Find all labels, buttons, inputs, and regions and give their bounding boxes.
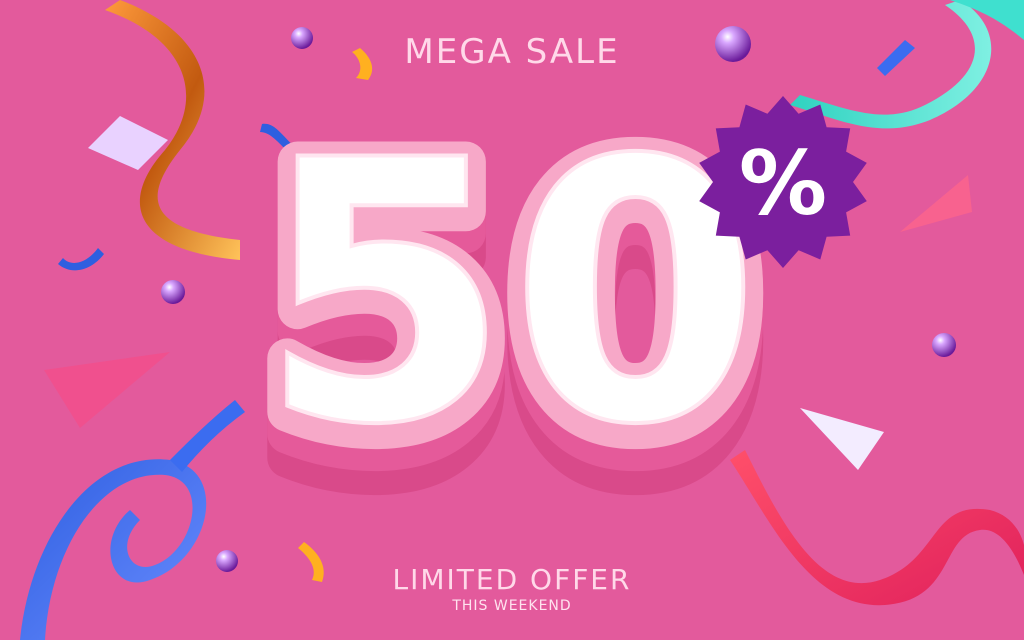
paper-shape: [44, 352, 170, 428]
bead: [932, 333, 956, 357]
bead: [161, 280, 185, 304]
paper-shape: [800, 408, 884, 470]
offer-title: LIMITED OFFER: [392, 563, 632, 596]
numeral-face: 50: [260, 98, 761, 503]
sale-banner: 50 50 50 50 % MEGA SALE LIMITED OFFER TH…: [0, 0, 1024, 640]
offer-subtitle: THIS WEEKEND: [452, 598, 572, 614]
headline: MEGA SALE: [404, 32, 620, 72]
confetti: [58, 248, 104, 271]
percent-badge: %: [699, 96, 867, 268]
percent-sign: %: [739, 132, 827, 235]
paper-shape: [900, 175, 972, 232]
